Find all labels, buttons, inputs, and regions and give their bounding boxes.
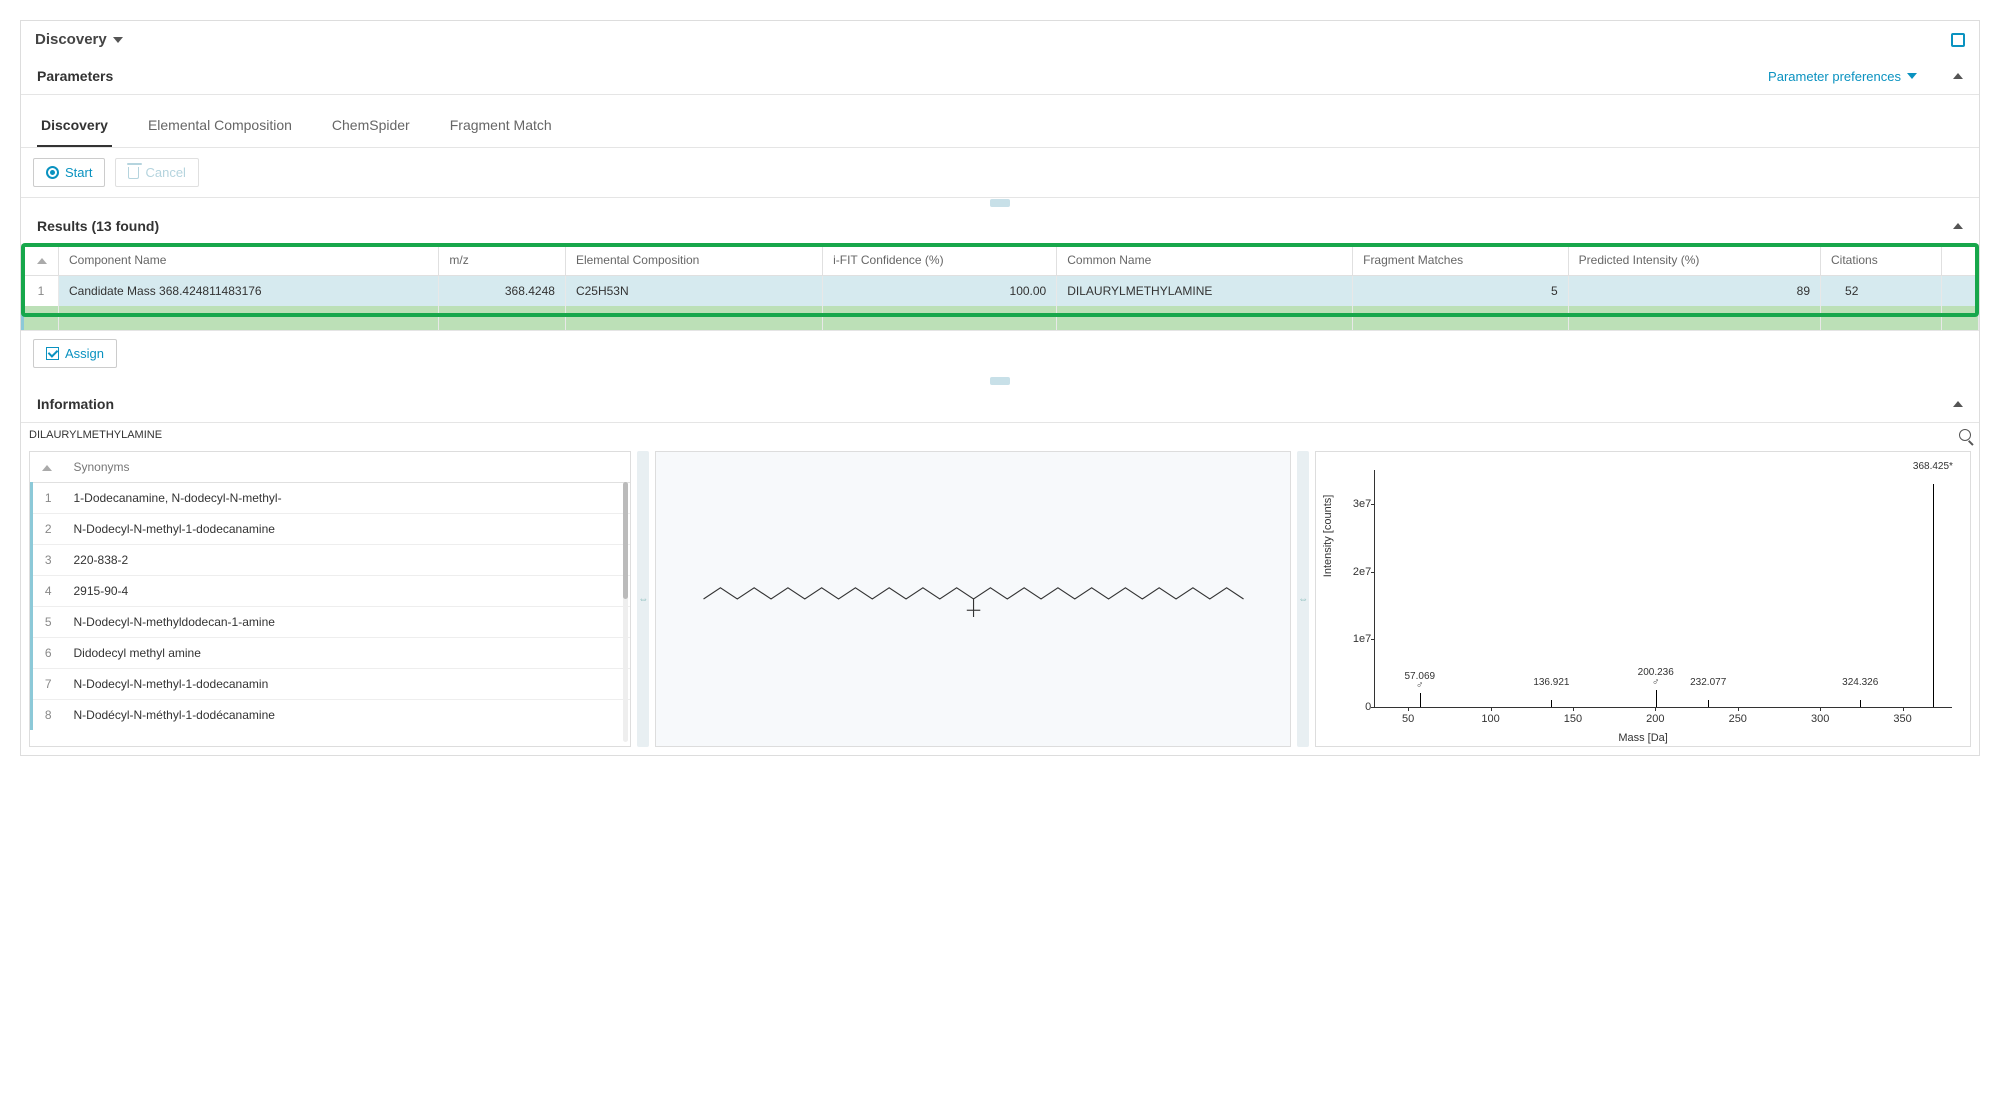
peak-label: 324.326: [1842, 677, 1878, 688]
toolbar: Start Cancel: [21, 148, 1979, 198]
parameters-title: Parameters: [37, 68, 113, 84]
peak-label: 136.921: [1533, 677, 1569, 688]
list-item[interactable]: 6Didodecyl methyl amine: [32, 638, 631, 669]
column-ifit[interactable]: i-FIT Confidence (%): [823, 245, 1057, 276]
collapse-icon[interactable]: [1953, 73, 1963, 79]
splitter-horizontal[interactable]: [21, 376, 1979, 386]
x-tick-label: 100: [1481, 713, 1499, 725]
column-common-name[interactable]: Common Name: [1057, 245, 1353, 276]
spectrum-pane: Intensity [counts] Mass [Da] 0 1e7 2e7 3e7 5…: [1315, 451, 1971, 747]
tabs: Discovery Elemental Composition ChemSpid…: [21, 95, 1979, 148]
information-title: Information: [37, 396, 114, 412]
list-item[interactable]: 42915-90-4: [32, 576, 631, 607]
collapse-icon[interactable]: [1953, 223, 1963, 229]
column-index[interactable]: [32, 452, 64, 483]
x-tick-label: 350: [1893, 713, 1911, 725]
y-tick-label: 3e7: [1335, 498, 1371, 510]
list-item[interactable]: 3220-838-2: [32, 545, 631, 576]
column-synonyms[interactable]: Synonyms: [64, 452, 631, 483]
sort-icon: [37, 258, 47, 264]
peak-label: 368.425*: [1913, 461, 1953, 472]
assign-button[interactable]: Assign: [33, 339, 117, 368]
caret-down-icon: [113, 37, 123, 43]
search-icon[interactable]: [1959, 429, 1971, 441]
x-tick-label: 150: [1564, 713, 1582, 725]
parameters-header: Parameters Parameter preferences: [21, 58, 1979, 95]
column-predicted-intensity[interactable]: Predicted Intensity (%): [1568, 245, 1820, 276]
table-row[interactable]: [23, 306, 1979, 322]
peak-label: 232.077: [1690, 677, 1726, 688]
splitter-vertical[interactable]: ⇔: [1297, 451, 1309, 747]
y-tick-label: 1e7: [1335, 633, 1371, 645]
peak-mark-icon: ♂: [1652, 677, 1660, 688]
x-tick-label: 250: [1729, 713, 1747, 725]
results-table: Component Name m/z Elemental Composition…: [21, 245, 1979, 330]
y-tick-label: 2e7: [1335, 566, 1371, 578]
y-tick-label: 0: [1335, 701, 1371, 713]
x-axis-label: Mass [Da]: [1618, 732, 1668, 744]
record-icon: [46, 166, 59, 179]
tab-fragment-match[interactable]: Fragment Match: [446, 107, 556, 147]
spectrum-peak: [1551, 700, 1552, 707]
spectrum-peak: [1708, 700, 1709, 707]
results-header: Results (13 found): [21, 208, 1979, 245]
column-index[interactable]: [23, 245, 59, 276]
splitter-horizontal[interactable]: [21, 198, 1979, 208]
maximize-icon[interactable]: [1951, 33, 1965, 47]
list-item[interactable]: 8N-Dodécyl-N-méthyl-1-dodécanamine: [32, 700, 631, 731]
chemical-structure: [682, 554, 1265, 644]
parameter-preferences-button[interactable]: Parameter preferences: [1768, 69, 1917, 84]
start-button[interactable]: Start: [33, 158, 105, 187]
column-component-name[interactable]: Component Name: [59, 245, 439, 276]
scrollbar[interactable]: [623, 482, 628, 742]
column-fragment-matches[interactable]: Fragment Matches: [1353, 245, 1569, 276]
mass-spectrum-chart: Intensity [counts] Mass [Da] 01e72e73e75…: [1326, 462, 1960, 742]
trash-icon: [128, 167, 139, 179]
cancel-button[interactable]: Cancel: [115, 158, 198, 187]
peak-mark-icon: ♂: [1416, 680, 1424, 691]
spectrum-peak: [1933, 484, 1934, 707]
splitter-vertical[interactable]: ⇔: [637, 451, 649, 747]
spectrum-peak: [1420, 693, 1421, 707]
spectrum-peak: [1656, 690, 1657, 707]
tab-chemspider[interactable]: ChemSpider: [328, 107, 414, 147]
information-header: Information: [21, 386, 1979, 423]
list-item[interactable]: 2N-Dodecyl-N-methyl-1-dodecanamine: [32, 514, 631, 545]
synonyms-table: Synonyms 11-Dodecanamine, N-dodecyl-N-me…: [30, 452, 630, 730]
results-table-wrap: Component Name m/z Elemental Composition…: [21, 245, 1979, 330]
column-citations[interactable]: Citations: [1821, 245, 1942, 276]
list-item[interactable]: 5N-Dodecyl-N-methyldodecan-1-amine: [32, 607, 631, 638]
y-axis-label: Intensity [counts]: [1322, 495, 1334, 578]
compound-name: DILAURYLMETHYLAMINE: [29, 429, 162, 441]
x-tick-label: 200: [1646, 713, 1664, 725]
table-header-row: Component Name m/z Elemental Composition…: [23, 245, 1979, 276]
column-elemental[interactable]: Elemental Composition: [565, 245, 822, 276]
panel-header: Discovery: [21, 21, 1979, 58]
x-tick-label: 300: [1811, 713, 1829, 725]
list-item[interactable]: 11-Dodecanamine, N-dodecyl-N-methyl-: [32, 483, 631, 514]
sort-icon: [42, 465, 52, 471]
spectrum-peak: [1860, 700, 1861, 707]
panel-title: Discovery: [35, 31, 107, 48]
results-title: Results (13 found): [37, 218, 159, 234]
column-mz[interactable]: m/z: [439, 245, 566, 276]
tab-discovery[interactable]: Discovery: [37, 107, 112, 147]
collapse-icon[interactable]: [1953, 401, 1963, 407]
list-item[interactable]: 7N-Dodecyl-N-methyl-1-dodecanamin: [32, 669, 631, 700]
caret-down-icon: [1907, 73, 1917, 79]
structure-pane: [655, 451, 1291, 747]
panel-title-dropdown[interactable]: Discovery: [35, 31, 123, 48]
check-icon: [46, 347, 59, 360]
synonyms-pane: Synonyms 11-Dodecanamine, N-dodecyl-N-me…: [29, 451, 631, 747]
column-spacer: [1941, 245, 1978, 276]
tab-elemental-composition[interactable]: Elemental Composition: [144, 107, 296, 147]
table-row[interactable]: [23, 322, 1979, 330]
table-row[interactable]: 1 Candidate Mass 368.424811483176 368.42…: [23, 276, 1979, 307]
x-tick-label: 50: [1402, 713, 1414, 725]
